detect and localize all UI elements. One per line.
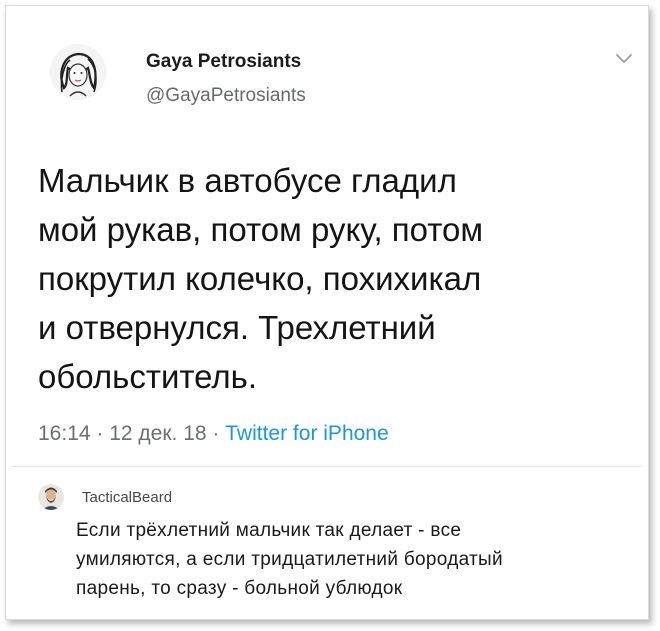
bearded-man-avatar-icon[interactable] [38, 484, 64, 510]
comment-text: Если трёхлетний мальчик так делает - все… [76, 520, 503, 599]
tweet-text: Мальчик в автобусе гладил мой рукав, пот… [38, 162, 484, 395]
author-handle[interactable]: @GayaPetrosiants [146, 85, 306, 107]
woman-portrait-icon [50, 44, 106, 100]
tweet-meta: 16:14 · 12 дек. 18 · Twitter for iPhone [38, 422, 389, 446]
meta-separator: · [206, 422, 226, 445]
author-avatar-icon[interactable] [50, 44, 106, 100]
author-name[interactable]: Gaya Petrosiants [146, 51, 301, 73]
tweet-source-link[interactable]: Twitter for iPhone [225, 422, 388, 445]
comment-author-name[interactable]: TacticalBeard [82, 489, 172, 506]
tweet-date[interactable]: 12 дек. 18 [109, 422, 206, 445]
meta-separator: · [90, 422, 110, 445]
chevron-down-icon[interactable] [614, 52, 634, 66]
section-divider [12, 466, 642, 467]
screenshot-frame: Gaya Petrosiants @GayaPetrosiants Мальчи… [5, 5, 649, 620]
tweet-time[interactable]: 16:14 [38, 422, 91, 445]
